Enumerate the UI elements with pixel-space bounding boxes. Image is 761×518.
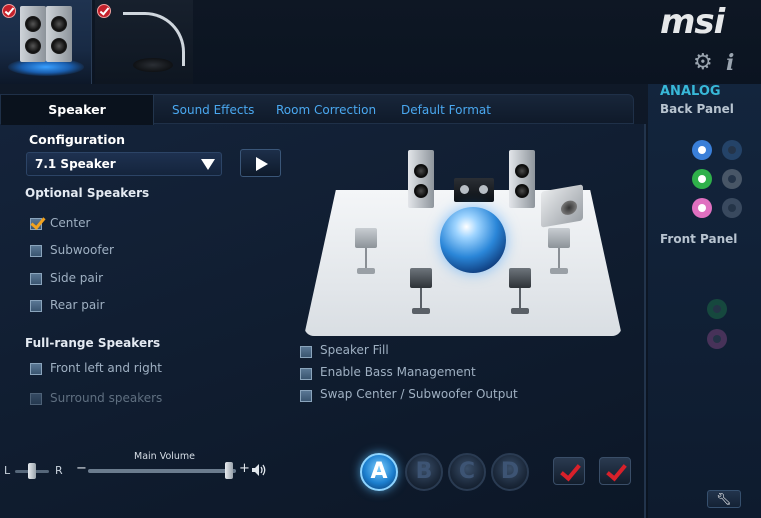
- info-icon[interactable]: i: [726, 50, 734, 76]
- speakers-icon-right: [46, 6, 72, 62]
- profile-b-button[interactable]: B: [405, 453, 443, 491]
- checkbox-label: Subwoofer: [50, 243, 114, 257]
- tab-sound-effects[interactable]: Sound Effects: [172, 95, 254, 125]
- device-enabled-check-icon: [2, 4, 16, 18]
- rear-right-speaker-icon[interactable]: [509, 268, 531, 316]
- listener-position-icon: [440, 207, 506, 273]
- full-range-speakers-title: Full-range Speakers: [25, 336, 161, 350]
- checkbox-label: Swap Center / Subwoofer Output: [320, 387, 518, 401]
- checkbox-label: Rear pair: [50, 298, 105, 312]
- play-icon: [256, 157, 268, 171]
- balance-slider-handle[interactable]: [28, 463, 36, 479]
- main-volume-slider-track[interactable]: [88, 469, 236, 473]
- profile-d-button[interactable]: D: [491, 453, 529, 491]
- back-jack-gray-2-icon[interactable]: [722, 198, 742, 218]
- chevron-down-icon: [201, 159, 215, 170]
- checkbox-label: Surround speakers: [50, 391, 163, 405]
- volume-minus-icon: −: [76, 461, 87, 476]
- device-speakers-tab[interactable]: [0, 0, 92, 84]
- speaker-fill-checkbox[interactable]: [300, 346, 312, 358]
- front-left-speaker-icon[interactable]: [408, 150, 434, 208]
- main-volume-label: Main Volume: [134, 451, 196, 462]
- side-left-speaker-icon[interactable]: [355, 228, 377, 276]
- main-volume-slider-handle[interactable]: [224, 462, 233, 479]
- device-microphone-tab[interactable]: [95, 0, 193, 84]
- side-pair-checkbox[interactable]: [30, 273, 42, 285]
- front-jack-pink-icon[interactable]: [707, 329, 727, 349]
- apply-button[interactable]: [553, 457, 585, 485]
- tab-speaker-configuration[interactable]: Speaker Configuration: [1, 95, 154, 147]
- tab-default-format[interactable]: Default Format: [401, 95, 491, 125]
- wrench-icon: 🔧︎: [716, 492, 732, 506]
- back-jack-gray-icon[interactable]: [722, 169, 742, 189]
- app-window: msi ⚙ i Speaker Configuration Sound Effe…: [0, 0, 761, 518]
- back-jack-blue-icon[interactable]: [692, 140, 712, 160]
- checkbox-label: Side pair: [50, 271, 104, 285]
- speaker-configuration-dropdown[interactable]: 7.1 Speaker: [26, 152, 222, 176]
- back-jack-blue-2-icon[interactable]: [722, 140, 742, 160]
- device-enabled-check-icon: [97, 4, 111, 18]
- profile-c-button[interactable]: C: [448, 453, 486, 491]
- front-right-speaker-icon[interactable]: [509, 150, 535, 208]
- device-bar: msi ⚙ i: [0, 0, 761, 84]
- surround-speakers-checkbox: [30, 393, 42, 405]
- balance-right-label: R: [55, 464, 63, 477]
- connector-settings-button[interactable]: 🔧︎: [707, 490, 741, 508]
- checkbox-label: Speaker Fill: [320, 343, 389, 357]
- center-checkbox[interactable]: [30, 218, 42, 230]
- msi-logo: msi: [660, 2, 725, 42]
- tab-room-correction[interactable]: Room Correction: [276, 95, 376, 125]
- checkbox-label: Front left and right: [50, 361, 163, 375]
- balance-left-label: L: [4, 464, 11, 477]
- back-jack-pink-icon[interactable]: [692, 198, 712, 218]
- back-panel-label: Back Panel: [660, 102, 734, 116]
- tab-bar: Speaker Configuration Sound Effects Room…: [0, 94, 634, 147]
- checkbox-label: Center: [50, 216, 91, 230]
- front-jack-green-icon[interactable]: [707, 299, 727, 319]
- save-profile-button[interactable]: [599, 457, 631, 485]
- side-right-speaker-icon[interactable]: [548, 228, 570, 276]
- rear-left-speaker-icon[interactable]: [410, 268, 432, 316]
- profile-a-button[interactable]: A: [360, 453, 398, 491]
- microphone-base: [133, 58, 173, 72]
- volume-plus-icon: +: [239, 461, 250, 476]
- test-play-button[interactable]: [240, 149, 281, 177]
- front-panel-label: Front Panel: [660, 232, 738, 246]
- subwoofer-icon[interactable]: [541, 184, 583, 228]
- bass-management-checkbox[interactable]: [300, 368, 312, 380]
- speaker-volume-icon[interactable]: [251, 463, 269, 477]
- rear-pair-checkbox[interactable]: [30, 300, 42, 312]
- swap-center-subwoofer-checkbox[interactable]: [300, 390, 312, 402]
- subwoofer-checkbox[interactable]: [30, 245, 42, 257]
- dropdown-selected-value: 7.1 Speaker: [35, 157, 116, 171]
- gear-icon[interactable]: ⚙: [693, 52, 713, 74]
- front-left-right-checkbox[interactable]: [30, 363, 42, 375]
- optional-speakers-title: Optional Speakers: [25, 186, 150, 200]
- checkbox-label: Enable Bass Management: [320, 365, 476, 379]
- center-speaker-icon[interactable]: [454, 178, 494, 202]
- speakers-icon: [20, 6, 46, 62]
- analog-label: ANALOG: [660, 84, 721, 99]
- back-jack-green-icon[interactable]: [692, 169, 712, 189]
